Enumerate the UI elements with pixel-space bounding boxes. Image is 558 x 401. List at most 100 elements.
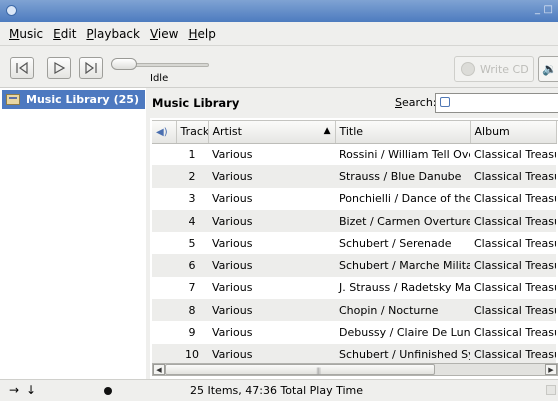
title-cell: Strauss / Blue Danube <box>335 165 470 188</box>
title-cell: J. Strauss / Radetsky March <box>339 281 470 295</box>
table-row[interactable]: 8 Various Chopin / Nocturne Classical Treas… <box>152 299 556 322</box>
track-cell: 4 <box>176 209 208 233</box>
table-row[interactable]: 4 Various Bizet / Carmen Overture Classical… <box>152 209 556 233</box>
track-list: ◀) Track Artist ▲ Title Album 1 Various Ros… <box>152 120 558 363</box>
table-row[interactable]: 7 Various J. Strauss / Radetsky March Class… <box>152 277 557 299</box>
track-cell: 10 <box>176 343 208 363</box>
track-cell: 2 <box>176 165 208 188</box>
title-cell: Schubert / Serenade <box>339 236 452 250</box>
scroll-left-button[interactable]: ◀ <box>153 364 165 375</box>
column-header-artist[interactable]: Artist ▲ <box>208 121 336 144</box>
resize-grip-icon[interactable] <box>546 385 556 395</box>
sidebar-item-count: (25) <box>113 93 139 106</box>
title-cell: Schubert / Unfinished Symphony <box>335 343 470 363</box>
menu-music[interactable]: Music <box>4 27 48 41</box>
playing-cell <box>152 343 176 363</box>
search-label-mnemonic: S <box>395 96 402 109</box>
column-header-album[interactable]: Album <box>470 121 557 144</box>
table-row[interactable]: 1 Various Rossini / William Tell Overture C… <box>152 143 557 165</box>
title-bar: _ □ <box>0 0 558 22</box>
toolbar: Idle Write CD 🔉 <box>0 46 558 88</box>
playing-cell <box>152 209 176 233</box>
artist-cell: Various <box>208 299 335 322</box>
app-icon[interactable] <box>6 5 17 16</box>
status-text: 25 Items, 47:36 Total Play Time <box>190 384 363 397</box>
table-row[interactable]: 2 Various Strauss / Blue Danube Classical T… <box>152 165 556 188</box>
speaker-icon: 🔉 <box>542 62 557 76</box>
table-row[interactable]: 9 Various Debussy / Claire De Lune Classica… <box>152 321 557 343</box>
album-cell: Classical Treasures <box>470 209 556 233</box>
pane-splitter[interactable] <box>146 88 150 379</box>
playing-cell <box>152 188 176 210</box>
previous-icon <box>16 62 28 74</box>
table-row[interactable]: 6VariousSchubert / Marche MilitaireClass… <box>152 254 556 277</box>
album-cell: Classical Treasures <box>474 192 556 206</box>
write-cd-label: Write CD <box>480 62 529 76</box>
sidebar: Music Library (25) <box>0 88 147 379</box>
artist-cell: Various <box>208 254 335 277</box>
menu-edit[interactable]: Edit <box>48 27 81 41</box>
album-cell: Classical Treasures <box>474 236 556 250</box>
track-cell: 7 <box>188 281 196 295</box>
menu-help[interactable]: Help <box>183 27 220 41</box>
column-header-playing[interactable]: ◀) <box>152 121 177 144</box>
menu-edit-label: dit <box>60 26 77 41</box>
status-indicator-icon <box>104 387 112 395</box>
library-header: Music Library Search: <box>150 88 558 118</box>
table-row[interactable]: 10VariousSchubert / Unfinished SymphonyC… <box>152 343 556 363</box>
menu-help-label: elp <box>197 26 216 41</box>
next-icon <box>85 62 97 74</box>
title-cell: Ponchielli / Dance of the Hours <box>339 192 470 206</box>
search-input[interactable] <box>436 94 558 112</box>
menu-view[interactable]: View <box>145 27 183 41</box>
table-row[interactable]: 3 Various Ponchielli / Dance of the Hours C… <box>152 188 557 210</box>
album-cell: Classical Treasures <box>470 165 556 188</box>
library-icon <box>6 94 20 105</box>
status-bar: → ↓ 25 Items, 47:36 Total Play Time <box>0 379 558 401</box>
volume-slider-thumb[interactable] <box>111 58 137 70</box>
playing-cell <box>152 254 176 277</box>
album-cell: Classical Treasures <box>474 281 556 295</box>
sort-ascending-icon: ▲ <box>323 126 331 137</box>
scrollbar-thumb[interactable]: ||| <box>165 364 435 375</box>
playing-cell <box>152 143 176 165</box>
next-button[interactable] <box>79 57 103 79</box>
shuffle-icon[interactable]: → <box>9 383 19 397</box>
artist-cell: Various <box>212 192 253 206</box>
play-button[interactable] <box>47 57 71 79</box>
menu-playback[interactable]: Playback <box>81 27 145 41</box>
artist-cell: Various <box>208 165 335 188</box>
maximize-icon[interactable]: □ <box>544 4 553 15</box>
album-cell: Classical Treasures <box>474 147 556 161</box>
search-field[interactable] <box>435 93 558 113</box>
search-label-text: earch: <box>401 96 437 109</box>
sidebar-item-music-library[interactable]: Music Library (25) <box>2 90 145 109</box>
previous-button[interactable] <box>10 57 34 79</box>
repeat-icon[interactable]: ↓ <box>26 383 36 397</box>
playing-speaker-icon: ◀) <box>156 127 168 139</box>
track-cell: 8 <box>176 299 208 322</box>
table-row[interactable]: 5 Various Schubert / Serenade Classical Tre… <box>152 232 557 254</box>
write-cd-button: Write CD <box>454 56 534 82</box>
album-cell: Classical Treasures <box>474 326 556 340</box>
column-header-track[interactable]: Track <box>176 121 209 144</box>
artist-cell: Various <box>212 236 253 250</box>
artist-cell: Various <box>212 147 253 161</box>
menu-music-label: usic <box>19 26 44 41</box>
sidebar-item-label: Music Library <box>26 93 110 106</box>
column-header-title[interactable]: Title <box>335 121 471 144</box>
scroll-right-button[interactable]: ▶ <box>545 364 557 375</box>
title-cell: Rossini / William Tell Overture <box>339 147 470 161</box>
menu-playback-mnemonic: P <box>86 26 94 41</box>
track-cell: 5 <box>188 236 196 250</box>
artist-cell: Various <box>212 326 253 340</box>
volume-button[interactable]: 🔉 <box>538 56 558 82</box>
menu-bar: Music Edit Playback View Help <box>0 22 558 46</box>
album-cell: Classical Treasures <box>470 343 556 363</box>
menu-view-mnemonic: V <box>149 26 158 41</box>
minimize-icon[interactable]: _ <box>535 4 540 15</box>
horizontal-scrollbar[interactable]: ◀ ||| ▶ <box>152 363 558 376</box>
album-cell: Classical Treasures <box>470 299 556 322</box>
track-cell: 3 <box>188 192 196 206</box>
menu-music-mnemonic: M <box>9 26 20 41</box>
